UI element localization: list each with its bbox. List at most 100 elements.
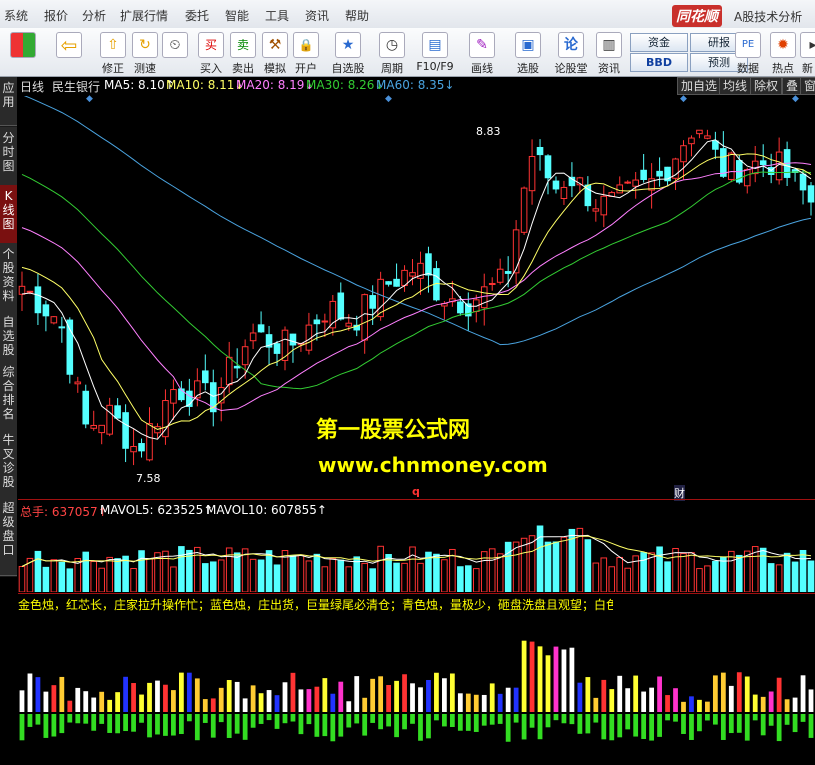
toolbar-screener-button[interactable]: ▣ 选股 (508, 30, 548, 75)
indicator-bar-down (99, 714, 105, 724)
volume-bar (82, 551, 90, 592)
toolbar-buy-label: 买入 (200, 62, 222, 75)
sidebar-tab-intraday[interactable]: 分时图 (0, 127, 17, 186)
indicator-bar-down (234, 714, 240, 734)
indicator-bar-up (155, 680, 160, 712)
sidebar-tab-diagnosis[interactable]: 牛叉诊股 (0, 429, 17, 498)
indicator-bar-down (768, 714, 774, 726)
sidebar-tab-apps[interactable]: 应用 (0, 77, 17, 126)
volume-bar (90, 561, 98, 592)
toolbar-open-account-button[interactable]: 🔒 开户 (291, 30, 321, 75)
toolbar-forum-label: 论股堂 (554, 62, 588, 75)
toolbar-new-button[interactable]: ▸ 新 (800, 30, 815, 74)
candle-body (807, 185, 815, 203)
indicator-bar-down (434, 714, 439, 721)
indicator-bar-down (497, 714, 503, 724)
toolbar-data-button[interactable]: PE 数据 (734, 30, 762, 75)
candle-body (26, 290, 34, 293)
ma-toggle-button[interactable]: 均线 (719, 77, 752, 95)
candle-body (712, 140, 719, 150)
toolbar-sell-button[interactable]: 卖卖出 (228, 30, 258, 75)
period-label[interactable]: 日线 (20, 78, 44, 95)
volume-bar (249, 558, 257, 592)
indicator-bar-down (147, 714, 152, 738)
sidebar-tab-ranking[interactable]: 综合排名 (0, 361, 17, 430)
candle-body (50, 316, 58, 324)
candle-body (393, 278, 400, 287)
indicator-chart[interactable] (18, 612, 815, 765)
volume-bar (680, 553, 687, 592)
candle-body (233, 365, 241, 369)
ex-rights-button[interactable]: 除权 (750, 77, 783, 95)
toolbar-draw-button[interactable]: ✎ 画线 (462, 30, 502, 75)
volume-bar (465, 565, 472, 592)
new-icon: ▸ (800, 32, 815, 58)
toolbar-fix-button[interactable]: ⇧ 修正 (96, 30, 130, 75)
toolbar-hot-button[interactable]: ✹ 热点 (768, 30, 798, 75)
window-button[interactable]: 窗 (800, 77, 815, 95)
toolbar-windows-button[interactable] (6, 30, 40, 74)
sidebar-tab-watchlist[interactable]: 自选股 (0, 311, 17, 362)
toolbar-speed-button[interactable]: ↻ 测速 (128, 30, 162, 75)
toolbar-news-button[interactable]: ▥ 资讯 (594, 30, 624, 75)
menu-smart[interactable]: 智能 (225, 7, 249, 24)
candle-body (457, 301, 464, 314)
funds-button[interactable]: 资金 (630, 33, 688, 52)
add-watchlist-button[interactable]: 加自选 (677, 77, 722, 95)
indicator-bar-up (83, 691, 89, 712)
menu-help[interactable]: 帮助 (345, 7, 369, 24)
candle-body (202, 370, 209, 384)
volume-bar (457, 566, 464, 592)
toolbar-watchlist-button[interactable]: ★ 自选股 (328, 30, 368, 75)
candle-body (512, 229, 520, 274)
volume-bar (58, 561, 66, 592)
menu-trade[interactable]: 委托 (185, 7, 209, 24)
ma10-value: MA10: 8.11↓ (166, 78, 245, 92)
candle-body (289, 333, 297, 346)
candle-body (225, 356, 233, 386)
volume-chart[interactable] (18, 518, 815, 592)
volume-bar (767, 563, 775, 592)
menu-analysis[interactable]: 分析 (82, 7, 106, 24)
toolbar-buy-button[interactable]: 买买入 (196, 30, 226, 75)
toolbar-f10-button[interactable]: ▤ F10/F9 (414, 30, 456, 74)
menu-news[interactable]: 资讯 (305, 7, 329, 24)
bbd-button[interactable]: BBD (630, 53, 688, 72)
event-marker-q[interactable]: q (412, 485, 420, 498)
indicator-bar-up (792, 697, 798, 712)
candle-body (632, 179, 639, 187)
sidebar-tab-order-book[interactable]: 超级盘口 (0, 497, 17, 576)
candle-body (656, 170, 663, 177)
indicator-bar-down (489, 714, 495, 725)
toolbar-period-button[interactable]: ◷ 周期 (374, 30, 410, 75)
sidebar-tab-profile[interactable]: 个股资料 (0, 243, 17, 312)
volume-bar (329, 558, 337, 592)
candle-body (257, 324, 265, 333)
menu-quotes[interactable]: 报价 (44, 7, 68, 24)
volume-bar (18, 566, 26, 592)
sidebar-tab-kline[interactable]: K线图 (0, 185, 17, 244)
volume-bar (488, 548, 496, 592)
indicator-bar-up (378, 676, 384, 712)
indicator-bar-up (186, 672, 192, 712)
toolbar-simulate-button[interactable]: ⚒ 模拟 (260, 30, 290, 75)
menu-extended-quotes[interactable]: 扩展行情 (120, 7, 168, 24)
toolbar-back-button[interactable]: ⇦ (52, 30, 86, 74)
menu-tools[interactable]: 工具 (265, 7, 289, 24)
indicator-bar-up (99, 691, 105, 712)
buy-icon: 买 (198, 32, 224, 58)
indicator-bar-up (330, 693, 336, 712)
toolbar-draw-label: 画线 (471, 62, 493, 75)
menu-system[interactable]: 系统 (4, 7, 28, 24)
overlay-button[interactable]: 叠 (782, 77, 803, 95)
toolbar-forum-button[interactable]: 论论股堂 (552, 30, 590, 75)
indicator-bar-up (426, 679, 431, 712)
app-subtitle: A股技术分析 (734, 10, 803, 24)
menu-bar: 系统 报价 分析 扩展行情 委托 智能 工具 资讯 帮助 同花顺 A股技术分析 (0, 0, 815, 29)
candle-body (337, 292, 345, 320)
indicator-bar-down (202, 714, 208, 723)
candle-body (799, 173, 807, 191)
toolbar-clock-button[interactable]: ⏲ (160, 30, 190, 74)
candle-body (544, 155, 552, 179)
candle-body (624, 181, 631, 184)
